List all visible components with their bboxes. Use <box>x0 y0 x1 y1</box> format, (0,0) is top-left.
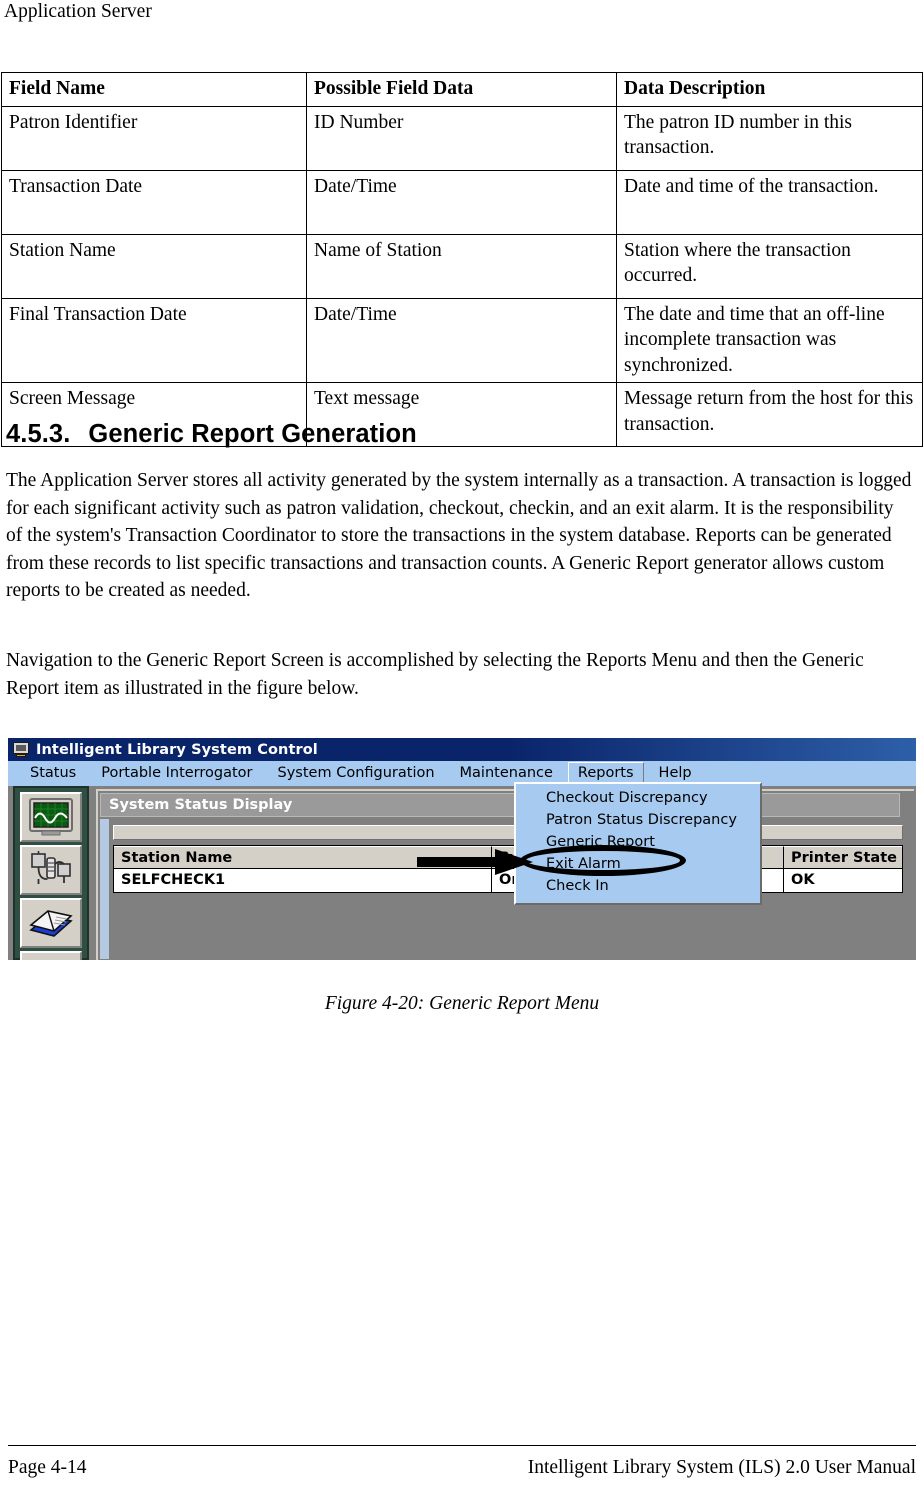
cell-data-description: Date and time of the transaction. <box>616 169 923 235</box>
status-monitor-icon <box>29 798 73 836</box>
column-header-field-name: Field Name <box>1 72 307 107</box>
book-icon <box>29 910 73 937</box>
figure-image: Intelligent Library System Control Statu… <box>8 738 916 960</box>
section-number: 4.5.3. <box>6 420 71 448</box>
cell-field-name: Final Transaction Date <box>1 297 307 383</box>
toolbar-button-book[interactable] <box>20 898 82 948</box>
portable-interrogator-icon <box>31 851 71 884</box>
reports-dropdown-menu: Checkout Discrepancy Patron Status Discr… <box>514 782 762 905</box>
grid-header-printer-state: Printer State <box>784 846 902 869</box>
left-toolbar <box>13 786 89 960</box>
cell-possible-field-data: Name of Station <box>306 233 617 299</box>
footer-divider <box>8 1445 916 1446</box>
grid-toolbar-strip <box>113 825 903 840</box>
table-row: Final Transaction Date Date/Time The dat… <box>1 297 923 383</box>
mdi-left-accent <box>100 819 109 959</box>
cell-field-name: Patron Identifier <box>1 105 307 171</box>
cell-possible-field-data: Date/Time <box>306 169 617 235</box>
cell-data-description: Station where the transaction occurred. <box>616 233 923 299</box>
cell-data-description: Message return from the host for this tr… <box>616 382 923 447</box>
cell-possible-field-data: Date/Time <box>306 297 617 383</box>
table-row: Transaction Date Date/Time Date and time… <box>1 169 923 235</box>
body-paragraph-1: The Application Server stores all activi… <box>6 470 912 602</box>
body-paragraph-2: Navigation to the Generic Report Screen … <box>6 650 864 699</box>
section-title: Generic Report Generation <box>88 420 417 448</box>
cell-field-name: Station Name <box>1 233 307 299</box>
dropdown-item-check-in[interactable]: Check In <box>516 876 760 898</box>
window-title: Intelligent Library System Control <box>36 741 318 758</box>
mdi-title-text: System Status Display <box>109 797 293 813</box>
menu-item-status[interactable]: Status <box>20 762 86 785</box>
table-row: Patron Identifier ID Number The patron I… <box>1 105 923 171</box>
mdi-titlebar: System Status Display <box>100 793 900 817</box>
grid-cell-printer-state: OK <box>791 872 815 888</box>
mdi-content: Station Name System S Printer State SELF… <box>100 819 903 959</box>
dropdown-item-patron-status-discrepancy[interactable]: Patron Status Discrepancy <box>516 810 760 832</box>
menu-bar: Status Portable Interrogator System Conf… <box>8 761 916 786</box>
toolbar-button-status-monitor[interactable] <box>20 792 82 842</box>
toolbar-button-portable-interrogator[interactable] <box>20 845 82 895</box>
figure-caption: Figure 4-20: Generic Report Menu <box>324 993 600 1014</box>
application-icon <box>13 742 30 757</box>
document-page: Application Server Field Name Possible F… <box>0 0 924 1494</box>
table-row: Station Name Name of Station Station whe… <box>1 233 923 299</box>
column-header-data-description: Data Description <box>616 72 923 107</box>
menu-item-portable-interrogator[interactable]: Portable Interrogator <box>91 762 262 785</box>
footer-page-number: Page 4-14 <box>8 1457 87 1478</box>
cell-data-description: The patron ID number in this transaction… <box>616 105 923 171</box>
column-header-possible-field-data: Possible Field Data <box>306 72 617 107</box>
field-definition-table: Field Name Possible Field Data Data Desc… <box>1 72 923 447</box>
cell-possible-field-data: ID Number <box>306 105 617 171</box>
cell-data-description: The date and time that an off-line incom… <box>616 297 923 383</box>
table-header-row: Field Name Possible Field Data Data Desc… <box>1 72 923 107</box>
footer-manual-title: Intelligent Library System (ILS) 2.0 Use… <box>527 1457 916 1478</box>
dropdown-item-checkout-discrepancy[interactable]: Checkout Discrepancy <box>516 788 760 810</box>
annotation-arrow-icon <box>417 849 533 875</box>
running-header: Application Server <box>4 1 152 22</box>
annotation-circle-highlight <box>520 845 686 876</box>
cell-field-name: Transaction Date <box>1 169 307 235</box>
application-window: Intelligent Library System Control Statu… <box>8 738 916 960</box>
toolbar-button-partial[interactable] <box>20 951 82 960</box>
window-titlebar: Intelligent Library System Control <box>8 738 916 761</box>
section-heading: 4.5.3. Generic Report Generation <box>6 419 417 449</box>
menu-item-system-configuration[interactable]: System Configuration <box>268 762 445 785</box>
